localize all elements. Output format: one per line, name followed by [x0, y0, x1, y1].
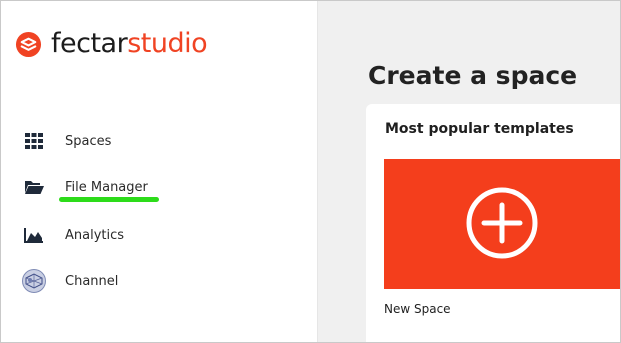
page-title: Create a space [368, 61, 578, 90]
sidebar-item-label: Channel [65, 273, 119, 289]
highlight-underline [59, 197, 159, 202]
sidebar-item-label: Spaces [65, 133, 112, 149]
template-label[interactable]: New Space [384, 302, 451, 316]
brand-logo[interactable]: fectarstudio [15, 27, 208, 61]
brand-name-part2: studio [127, 28, 208, 59]
grid-icon [24, 131, 44, 151]
brand-name-part1: fectar [51, 28, 128, 59]
sidebar-item-analytics[interactable]: Analytics [24, 223, 124, 247]
area-chart-icon [24, 225, 44, 245]
fectar-logo-icon [15, 31, 42, 57]
sidebar-item-spaces[interactable]: Spaces [24, 129, 111, 153]
templates-card: Most popular templates New Space [366, 104, 620, 342]
brand-name: fectarstudio [51, 28, 208, 59]
folder-open-icon [24, 177, 44, 197]
sidebar: fectarstudio Spaces File Manager Analyti… [1, 1, 318, 342]
new-space-template-tile[interactable] [384, 159, 620, 289]
section-title: Most popular templates [385, 121, 574, 137]
sidebar-item-label: File Manager [65, 179, 148, 195]
channel-avatar-icon [22, 269, 46, 293]
main-content: Create a space Most popular templates Ne… [318, 1, 620, 342]
app-window: fectarstudio Spaces File Manager Analyti… [0, 0, 621, 343]
sidebar-item-file-manager[interactable]: File Manager [24, 175, 148, 199]
sidebar-item-channel[interactable]: Channel [22, 269, 118, 293]
plus-circle-icon [466, 187, 538, 259]
sidebar-item-label: Analytics [65, 227, 125, 243]
